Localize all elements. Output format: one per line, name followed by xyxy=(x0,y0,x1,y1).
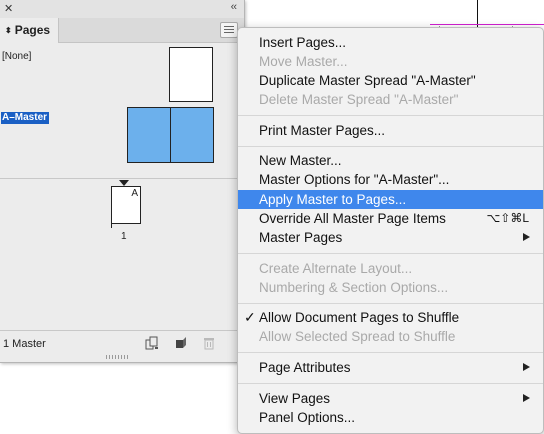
menu-separator xyxy=(238,352,543,353)
status-text: 1 Master xyxy=(3,338,46,350)
resize-grip-icon[interactable] xyxy=(106,355,128,359)
menu-item-move-master: Move Master... xyxy=(238,52,543,71)
menu-item-master-options[interactable]: Master Options for "A-Master"... xyxy=(238,170,543,189)
menu-item-view-pages[interactable]: View Pages xyxy=(238,389,543,408)
menu-item-label: Page Attributes xyxy=(259,360,351,375)
menu-item-label: Insert Pages... xyxy=(259,35,347,50)
menu-separator xyxy=(238,303,543,304)
menu-separator xyxy=(238,115,543,116)
menu-item-label: Numbering & Section Options... xyxy=(259,280,449,295)
menu-item-label: Master Options for "A-Master"... xyxy=(259,172,450,187)
menu-item-label: View Pages xyxy=(259,391,331,406)
menu-item-label: Duplicate Master Spread "A-Master" xyxy=(259,73,476,88)
tab-label: Pages xyxy=(14,23,51,37)
master-a-label[interactable]: A–Master xyxy=(1,112,50,124)
menu-item-allow-selected-spread-to-shuffle: Allow Selected Spread to Shuffle xyxy=(238,327,543,346)
menu-item-label: Master Pages xyxy=(259,230,343,245)
menu-item-label: Allow Selected Spread to Shuffle xyxy=(259,329,456,344)
panel-status-bar: 1 Master xyxy=(0,330,244,356)
menu-item-label: Override All Master Page Items xyxy=(259,211,446,226)
pages-panel: ✕ ‹‹ ⬍ Pages [None] A–Master A 1 1 Master xyxy=(0,0,245,363)
menu-item-numbering-section-options: Numbering & Section Options... xyxy=(238,278,543,297)
panel-context-menu: Insert Pages... Move Master... Duplicate… xyxy=(237,27,544,434)
menu-item-page-attributes[interactable]: Page Attributes xyxy=(238,358,543,377)
close-icon[interactable]: ✕ xyxy=(4,2,13,15)
menu-item-create-alternate-layout: Create Alternate Layout... xyxy=(238,259,543,278)
menu-item-panel-options[interactable]: Panel Options... xyxy=(238,408,543,427)
master-a-thumbnail[interactable] xyxy=(127,107,214,163)
collapse-icon[interactable]: ‹‹ xyxy=(231,1,237,13)
menu-item-duplicate-master-spread[interactable]: Duplicate Master Spread "A-Master" xyxy=(238,71,543,90)
submenu-arrow-icon xyxy=(523,394,530,402)
menu-item-allow-document-pages-to-shuffle[interactable]: ✓ Allow Document Pages to Shuffle xyxy=(238,308,543,327)
delete-page-icon[interactable] xyxy=(202,336,216,350)
menu-item-label: Delete Master Spread "A-Master" xyxy=(259,92,459,107)
menu-item-override-all-master-page-items[interactable]: Override All Master Page Items ⌥⇧⌘L xyxy=(238,209,543,228)
panel-divider[interactable] xyxy=(0,178,244,179)
submenu-arrow-icon xyxy=(523,233,530,241)
menu-item-delete-master-spread: Delete Master Spread "A-Master" xyxy=(238,90,543,109)
menu-item-insert-pages[interactable]: Insert Pages... xyxy=(238,33,543,52)
page-fold-line xyxy=(111,222,112,228)
page-master-prefix: A xyxy=(131,188,138,199)
tab-pages[interactable]: ⬍ Pages xyxy=(0,18,59,43)
panel-title-bar[interactable]: ✕ ‹‹ xyxy=(0,0,244,18)
sort-icon: ⬍ xyxy=(5,26,12,35)
edit-page-size-icon[interactable] xyxy=(145,336,159,350)
page-number: 1 xyxy=(121,231,127,242)
menu-separator xyxy=(238,146,543,147)
panel-tab-row: ⬍ Pages xyxy=(0,18,244,43)
menu-item-label: Apply Master to Pages... xyxy=(259,192,407,207)
margin-guide xyxy=(430,24,544,25)
menu-item-print-master-pages[interactable]: Print Master Pages... xyxy=(238,121,543,140)
new-page-icon[interactable] xyxy=(174,336,188,350)
menu-item-label: Allow Document Pages to Shuffle xyxy=(259,310,460,325)
menu-item-label: Move Master... xyxy=(259,54,348,69)
menu-item-label: New Master... xyxy=(259,153,342,168)
menu-item-label: Panel Options... xyxy=(259,410,356,425)
master-none-thumbnail[interactable] xyxy=(169,47,213,102)
spread-divider xyxy=(170,108,171,162)
menu-item-new-master[interactable]: New Master... xyxy=(238,151,543,170)
submenu-arrow-icon xyxy=(523,363,530,371)
menu-item-label: Print Master Pages... xyxy=(259,123,386,138)
master-none-label[interactable]: [None] xyxy=(2,51,31,62)
menu-separator xyxy=(238,253,543,254)
shortcut-label: ⌥⇧⌘L xyxy=(486,211,529,225)
menu-item-label: Create Alternate Layout... xyxy=(259,261,413,276)
menu-separator xyxy=(238,383,543,384)
panel-menu-icon[interactable] xyxy=(220,22,238,38)
checkmark-icon: ✓ xyxy=(244,309,256,325)
page-thumbnail[interactable]: A xyxy=(111,186,141,224)
menu-item-apply-master-to-pages[interactable]: Apply Master to Pages... xyxy=(238,190,543,209)
menu-item-master-pages[interactable]: Master Pages xyxy=(238,228,543,247)
